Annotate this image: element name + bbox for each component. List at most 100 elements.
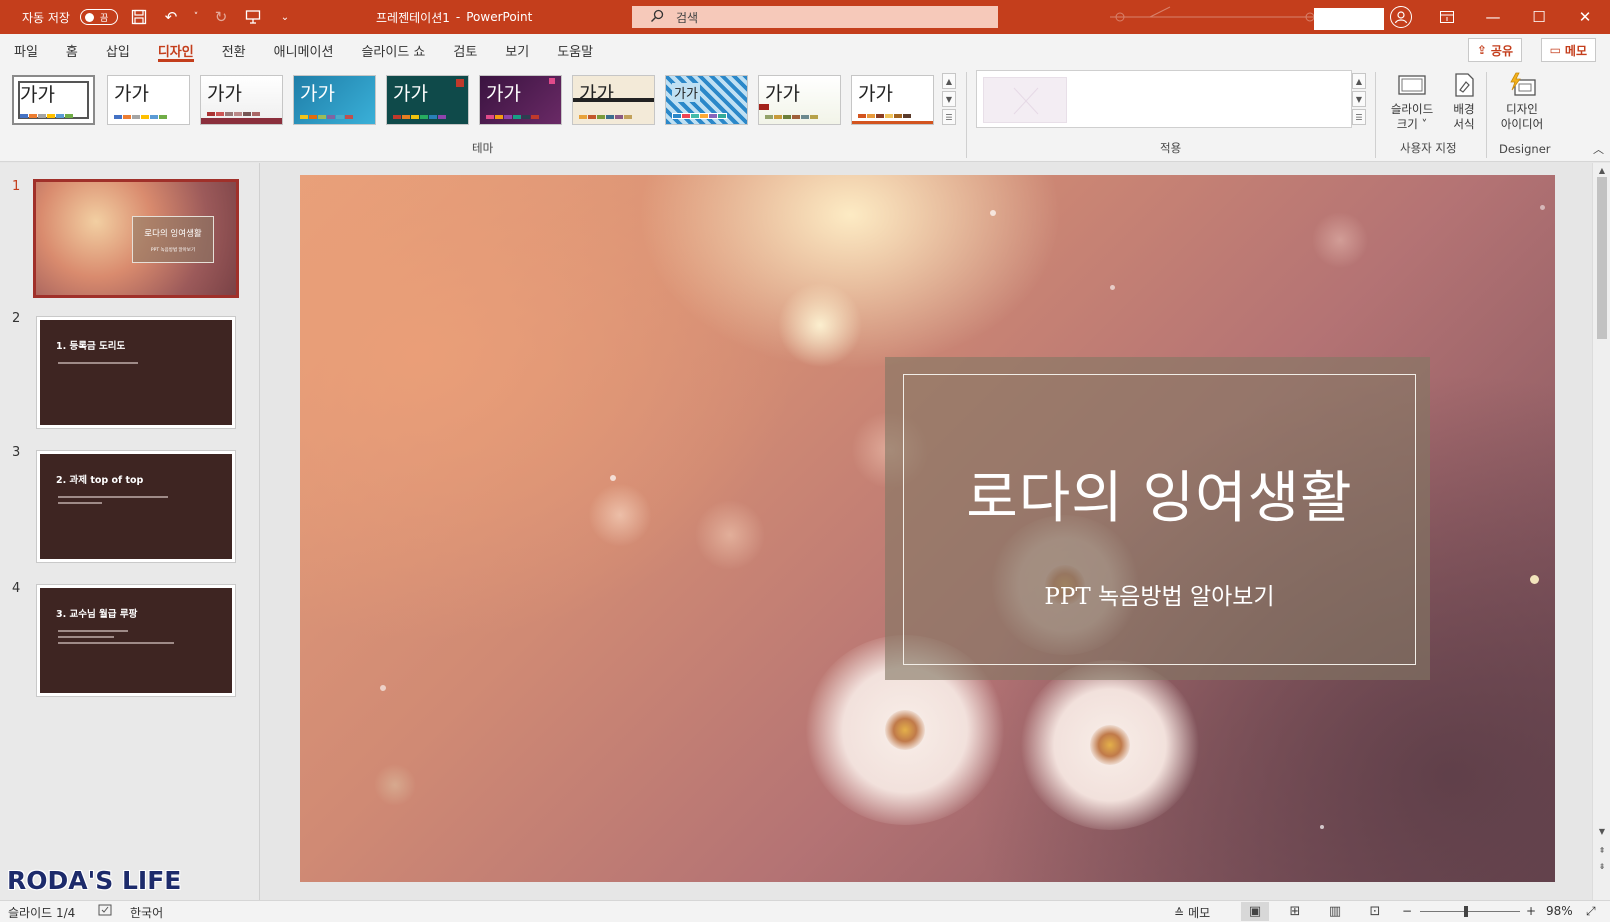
zoom-level[interactable]: 98% [1546, 904, 1573, 918]
ribbon-display-options-icon[interactable] [1424, 0, 1470, 34]
tab-animations[interactable]: 애니메이션 [260, 34, 348, 66]
language-indicator[interactable]: 한국어 [130, 904, 163, 921]
slide-number: 1 [12, 179, 21, 194]
current-slide[interactable]: 로다의 잉여생활 PPT 녹음방법 알아보기 [300, 175, 1555, 882]
slide-thumbnails-pane: 1 로다의 잉여생활 PPT 녹음방법 알아보기 2 1. 등록금 도리도 3 … [0, 163, 260, 900]
tab-review[interactable]: 검토 [439, 34, 491, 66]
slideshow-view-icon[interactable]: ⊡ [1361, 902, 1389, 921]
search-placeholder: 검색 [676, 10, 699, 25]
slide-thumbnail-3[interactable]: 2. 과제 top of top [36, 450, 236, 563]
scroll-up-icon[interactable]: ▲ [1596, 164, 1608, 176]
slide-subtitle[interactable]: PPT 녹음방법 알아보기 [904, 577, 1415, 611]
variant-scroll-down-icon[interactable]: ▼ [1352, 91, 1366, 107]
tab-insert[interactable]: 삽입 [92, 34, 144, 66]
collapse-ribbon-icon[interactable]: ︿ [1593, 141, 1604, 157]
next-slide-icon[interactable]: ⇟ [1596, 860, 1608, 872]
tab-view[interactable]: 보기 [491, 34, 543, 66]
scroll-thumb[interactable] [1597, 177, 1607, 339]
undo-dropdown-icon[interactable]: ˅ [192, 6, 200, 28]
customize-quick-access-icon[interactable]: ⌄ [274, 6, 296, 28]
format-background-button[interactable]: 배경 서식 [1442, 70, 1486, 132]
designer-group-label: Designer [1499, 142, 1551, 156]
slide-size-button[interactable]: 슬라이드 크기 ˅ [1384, 70, 1440, 132]
scroll-down-icon[interactable]: ▼ [1596, 825, 1608, 837]
slide-thumbnail-1[interactable]: 로다의 잉여생활 PPT 녹음방법 알아보기 [33, 179, 239, 298]
zoom-in-icon[interactable]: + [1526, 904, 1536, 918]
tab-help[interactable]: 도움말 [543, 34, 607, 66]
fit-to-window-icon[interactable]: ⤢ [1586, 904, 1596, 919]
reading-view-icon[interactable]: ▥ [1321, 902, 1349, 921]
share-button[interactable]: ⇪ 공유 [1467, 38, 1522, 62]
watermark-logo: RODA'S LIFE [7, 866, 182, 895]
tab-transitions[interactable]: 전환 [208, 34, 260, 66]
redo-icon[interactable]: ↻ [210, 6, 232, 28]
notes-icon: ≙ [1174, 905, 1185, 920]
comments-button[interactable]: ▭ 메모 [1540, 38, 1596, 62]
autosave-toggle[interactable]: 끔 [79, 9, 118, 25]
format-background-icon [1449, 70, 1479, 100]
variant-scroll-up-icon[interactable]: ▲ [1352, 73, 1366, 89]
account-avatar-icon[interactable] [1390, 6, 1412, 28]
theme-6[interactable]: 가가 [479, 75, 562, 125]
accessibility-icon[interactable] [98, 904, 112, 918]
circuit-decoration [1110, 6, 1320, 22]
doc-name: 프레젠테이션1 [376, 10, 450, 25]
blossom-image [1020, 660, 1200, 830]
variants-gallery[interactable] [976, 70, 1352, 128]
save-icon[interactable] [128, 6, 150, 28]
slide-thumbnail-2[interactable]: 1. 등록금 도리도 [36, 316, 236, 429]
title-placeholder[interactable]: 로다의 잉여생활 PPT 녹음방법 알아보기 [885, 357, 1430, 680]
previous-slide-icon[interactable]: ⇞ [1596, 844, 1608, 856]
share-icon: ⇪ [1476, 43, 1487, 57]
ribbon-design: 가가 가가 가가 가가 가가 가가 가가 가가 가가 가가 ▲ ▼ ☰ 테마 ▲… [0, 66, 1610, 162]
theme-10[interactable]: 가가 [851, 75, 934, 125]
theme-8[interactable]: 가가 [665, 75, 748, 125]
variant-thumbnail[interactable] [983, 77, 1067, 123]
tab-file[interactable]: 파일 [0, 34, 52, 66]
slide-title[interactable]: 로다의 잉여생활 [904, 453, 1415, 534]
zoom-slider[interactable] [1420, 911, 1520, 912]
search-icon [650, 9, 664, 26]
theme-4[interactable]: 가가 [293, 75, 376, 125]
tab-design[interactable]: 디자인 [144, 34, 208, 66]
slide-number: 2 [12, 311, 21, 326]
zoom-out-icon[interactable]: − [1402, 904, 1412, 918]
design-ideas-icon [1507, 70, 1537, 100]
theme-2[interactable]: 가가 [107, 75, 190, 125]
slide-counter: 슬라이드 1/4 [8, 906, 76, 920]
minimize-icon[interactable]: — [1470, 0, 1516, 34]
vertical-scrollbar[interactable]: ▲ ▼ ⇞ ⇟ [1592, 163, 1610, 900]
variant-more-icon[interactable]: ☰ [1352, 109, 1366, 125]
themes-group-label: 테마 [472, 141, 494, 155]
theme-more-icon[interactable]: ☰ [942, 109, 956, 125]
theme-7[interactable]: 가가 [572, 75, 655, 125]
slide-number: 3 [12, 445, 21, 460]
maximize-icon[interactable]: ☐ [1516, 0, 1562, 34]
undo-icon[interactable]: ↶ [160, 6, 182, 28]
normal-view-icon[interactable]: ▣ [1241, 902, 1269, 921]
title-bar: 자동 저장 끔 ↶ ˅ ↻ ⌄ 프레젠테이션1 - PowerPoint 검색 [0, 0, 1610, 34]
theme-scroll-down-icon[interactable]: ▼ [942, 91, 956, 107]
slide-number: 4 [12, 581, 21, 596]
slide-size-icon [1397, 70, 1427, 100]
account-name-box[interactable] [1314, 8, 1384, 30]
theme-office[interactable]: 가가 [12, 75, 95, 125]
theme-3[interactable]: 가가 [200, 75, 283, 125]
slide-sorter-icon[interactable]: ⊞ [1281, 902, 1309, 921]
zoom-slider-handle[interactable] [1464, 906, 1468, 917]
theme-9[interactable]: 가가 [758, 75, 841, 125]
theme-scroll-up-icon[interactable]: ▲ [942, 73, 956, 89]
search-input[interactable]: 검색 [632, 6, 998, 28]
design-ideas-button[interactable]: 디자인 아이디어 [1494, 70, 1550, 132]
tab-slideshow[interactable]: 슬라이드 쇼 [347, 34, 439, 66]
autosave-label: 자동 저장 [22, 10, 70, 25]
slide-thumbnail-4[interactable]: 3. 교수님 월급 루팡 [36, 584, 236, 697]
start-from-beginning-icon[interactable] [242, 6, 264, 28]
tab-home[interactable]: 홈 [52, 34, 92, 66]
notes-button[interactable]: ≙ 메모 [1174, 904, 1210, 921]
theme-5[interactable]: 가가 [386, 75, 469, 125]
close-icon[interactable]: ✕ [1562, 0, 1608, 34]
comment-icon: ▭ [1549, 43, 1561, 57]
variants-group-label: 적용 [1160, 141, 1182, 155]
ribbon-tabs: 파일 홈 삽입 디자인 전환 애니메이션 슬라이드 쇼 검토 보기 도움말 ⇪ … [0, 34, 1610, 66]
